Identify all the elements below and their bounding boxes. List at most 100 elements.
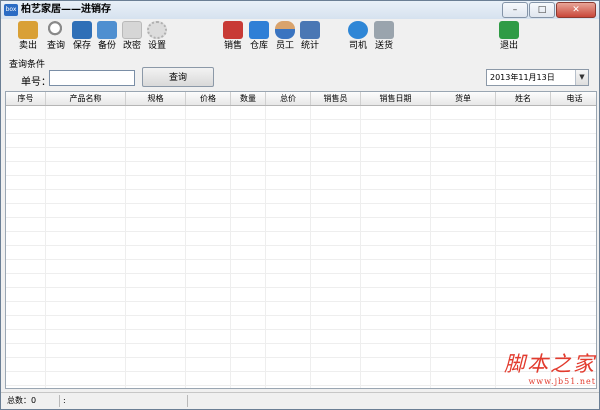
status-cell-2: : (63, 396, 66, 405)
chart-icon (300, 21, 320, 39)
grid-line (310, 106, 311, 388)
cart-icon (18, 21, 38, 39)
box-icon (249, 21, 269, 39)
site-watermark: 脚本之家 www.jb51.net (456, 352, 596, 387)
order-number-input[interactable] (49, 70, 135, 86)
window-controls: – □ ✕ (502, 2, 596, 18)
grid-line (495, 106, 496, 388)
grid-line (265, 106, 266, 388)
grid-line (6, 259, 596, 260)
settings-button[interactable]: 设置 (144, 21, 170, 52)
person-icon (275, 21, 295, 39)
column-header-invoice[interactable]: 货单 (431, 92, 496, 105)
basket-icon (223, 21, 243, 39)
grid-line (360, 106, 361, 388)
table-header: 序号 产品名称 规格 价格 数量 总价 销售员 销售日期 货单 姓名 电话 (6, 92, 596, 106)
grid-line (6, 217, 596, 218)
minimize-button[interactable]: – (502, 2, 528, 18)
folder-backup-icon (97, 21, 117, 39)
toolbar-label: 卖出 (18, 41, 37, 51)
grid-line (6, 329, 596, 330)
grid-line (430, 106, 431, 388)
status-divider (187, 395, 188, 407)
column-header-total[interactable]: 总价 (266, 92, 311, 105)
grid-line (6, 119, 596, 120)
column-header-sale-date[interactable]: 销售日期 (361, 92, 431, 105)
app-window: box 柏艺家居——进销存 – □ ✕ 卖出 查询 保存 备份 改密 设置 销售… (0, 0, 600, 410)
column-header-index[interactable]: 序号 (6, 92, 46, 105)
grid-line (6, 273, 596, 274)
exit-button[interactable]: 退出 (496, 21, 522, 52)
toolbar: 卖出 查询 保存 备份 改密 设置 销售 仓库 员工 统计 司机 送货 退出 (1, 19, 599, 57)
status-divider (59, 395, 60, 407)
date-value: 2013年11月13日 (490, 73, 555, 82)
toolbar-label: 仓库 (249, 41, 268, 51)
sales-button[interactable]: 销售 (220, 21, 246, 52)
toolbar-label: 送货 (374, 41, 393, 51)
sell-button[interactable]: 卖出 (15, 21, 41, 52)
grid-line (550, 106, 551, 388)
toolbar-label: 退出 (499, 41, 518, 51)
grid-line (6, 287, 596, 288)
order-number-label: 单号： (21, 77, 51, 88)
column-header-price[interactable]: 价格 (186, 92, 231, 105)
grid-line (6, 203, 596, 204)
grid-line (6, 133, 596, 134)
column-header-name[interactable]: 姓名 (496, 92, 551, 105)
grid-line (45, 106, 46, 388)
grid-line (6, 315, 596, 316)
backup-button[interactable]: 备份 (94, 21, 120, 52)
change-password-button[interactable]: 改密 (119, 21, 145, 52)
title-bar: box 柏艺家居——进销存 – □ ✕ (1, 1, 599, 19)
chevron-down-icon[interactable]: ▼ (575, 70, 588, 85)
save-button[interactable]: 保存 (69, 21, 95, 52)
query-toolbar-button[interactable]: 查询 (43, 21, 69, 52)
column-header-quantity[interactable]: 数量 (231, 92, 266, 105)
driver-button[interactable]: 司机 (345, 21, 371, 52)
truck-icon (374, 21, 394, 39)
column-header-spec[interactable]: 规格 (126, 92, 186, 105)
toolbar-label: 查询 (46, 41, 65, 51)
gear-icon (147, 21, 167, 39)
search-button[interactable]: 查询 (142, 67, 214, 87)
grid-line (6, 189, 596, 190)
query-section-title: 查询条件 (9, 60, 46, 70)
toolbar-label: 改密 (122, 41, 141, 51)
grid-line (6, 231, 596, 232)
app-logo-icon: box (4, 4, 18, 16)
column-header-phone[interactable]: 电话 (551, 92, 596, 105)
grid-line (6, 175, 596, 176)
watermark-text: 脚本之家 (504, 352, 596, 376)
total-count: 总数：0 (7, 396, 37, 405)
grid-line (6, 301, 596, 302)
save-icon (72, 21, 92, 39)
window-title: 柏艺家居——进销存 (21, 4, 111, 15)
grid-line (230, 106, 231, 388)
driver-icon (348, 21, 368, 39)
delivery-button[interactable]: 送货 (371, 21, 397, 52)
staff-button[interactable]: 员工 (272, 21, 298, 52)
toolbar-label: 司机 (348, 41, 367, 51)
toolbar-label: 设置 (147, 41, 166, 51)
toolbar-label: 备份 (97, 41, 116, 51)
toolbar-label: 员工 (275, 41, 294, 51)
lock-icon (122, 21, 142, 39)
warehouse-button[interactable]: 仓库 (246, 21, 272, 52)
toolbar-label: 销售 (223, 41, 242, 51)
maximize-button[interactable]: □ (529, 2, 555, 18)
grid-line (125, 106, 126, 388)
toolbar-label: 统计 (300, 41, 319, 51)
toolbar-label: 保存 (72, 41, 91, 51)
column-header-product[interactable]: 产品名称 (46, 92, 126, 105)
close-button[interactable]: ✕ (556, 2, 596, 18)
exit-icon (499, 21, 519, 39)
statistics-button[interactable]: 统计 (297, 21, 323, 52)
grid-line (6, 161, 596, 162)
magnifier-icon (46, 21, 66, 39)
grid-line (6, 343, 596, 344)
sales-table[interactable]: 序号 产品名称 规格 价格 数量 总价 销售员 销售日期 货单 姓名 电话 (5, 91, 597, 389)
watermark-url: www.jb51.net (528, 377, 596, 386)
column-header-salesperson[interactable]: 销售员 (311, 92, 361, 105)
grid-line (6, 147, 596, 148)
date-picker[interactable]: 2013年11月13日 ▼ (486, 69, 589, 86)
